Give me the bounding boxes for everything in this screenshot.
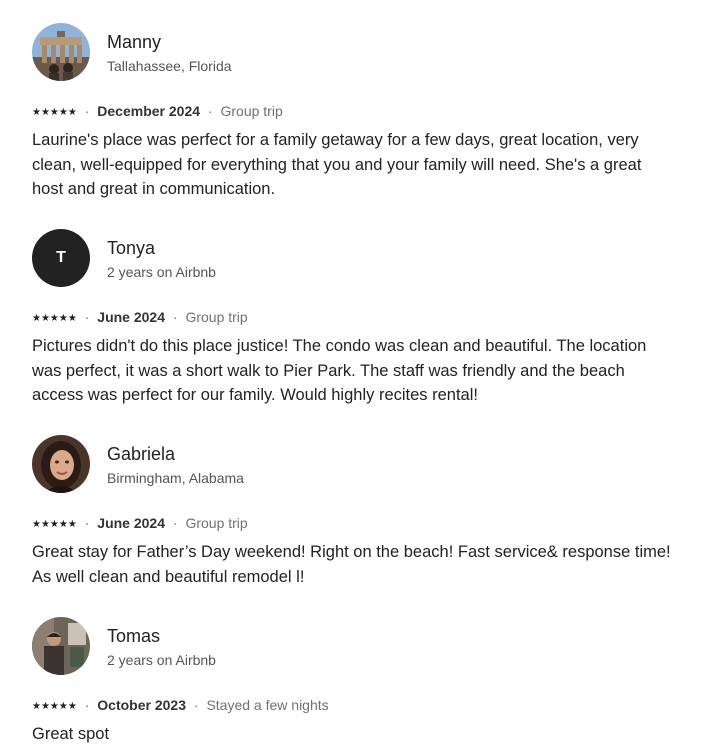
trip-type: Group trip (220, 103, 283, 119)
separator: · (84, 515, 90, 531)
review-card: Manny Tallahassee, Florida ★★★★★ · Decem… (32, 23, 672, 198)
reviewer-location: Birmingham, Alabama (107, 470, 244, 486)
avatar-initial[interactable]: T (32, 229, 90, 287)
rating-stars-icon: ★★★★★ (32, 313, 77, 324)
review-meta: ★★★★★ · June 2024 · Group trip (32, 308, 248, 328)
avatar-photo-icon[interactable] (32, 435, 90, 493)
review-date: June 2024 (97, 309, 165, 325)
building-photo-icon (32, 23, 90, 81)
rating-stars-icon: ★★★★★ (32, 107, 77, 118)
separator: · (84, 309, 90, 325)
separator: · (172, 309, 178, 325)
review-header: Manny Tallahassee, Florida (32, 23, 672, 83)
separator: · (193, 697, 199, 713)
trip-type: Stayed a few nights (206, 697, 329, 713)
reviewer-name[interactable]: Gabriela (107, 443, 175, 465)
review-date: June 2024 (97, 515, 165, 531)
reviewer-name[interactable]: Tomas (107, 625, 160, 647)
review-meta: ★★★★★ · June 2024 · Group trip (32, 514, 248, 534)
review-date: December 2024 (97, 103, 201, 119)
separator: · (84, 103, 90, 119)
avatar-photo-icon[interactable] (32, 23, 90, 81)
review-card: Gabriela Birmingham, Alabama ★★★★★ · Jun… (32, 435, 672, 586)
rating-stars-icon: ★★★★★ (32, 519, 77, 530)
review-date: October 2023 (97, 697, 186, 713)
review-header: Gabriela Birmingham, Alabama (32, 435, 672, 495)
person-photo-icon (32, 435, 90, 493)
reviewer-name[interactable]: Tonya (107, 237, 155, 259)
reviewer-name[interactable]: Manny (107, 31, 161, 53)
review-meta: ★★★★★ · December 2024 · Group trip (32, 102, 283, 122)
review-meta: ★★★★★ · October 2023 · Stayed a few nigh… (32, 696, 329, 716)
review-header: T Tonya 2 years on Airbnb (32, 229, 672, 289)
separator: · (84, 697, 90, 713)
rating-stars-icon: ★★★★★ (32, 701, 77, 712)
review-card: Tomas 2 years on Airbnb ★★★★★ · October … (32, 617, 672, 743)
review-header: Tomas 2 years on Airbnb (32, 617, 672, 677)
review-text: Pictures didn't do this place justice! T… (32, 337, 647, 404)
review-text: Great spot (32, 725, 110, 743)
reviewer-tenure: 2 years on Airbnb (107, 652, 216, 668)
avatar-photo-icon[interactable] (32, 617, 90, 675)
review-text: Laurine's place was perfect for a family… (32, 131, 642, 198)
review-card: T Tonya 2 years on Airbnb ★★★★★ · June 2… (32, 229, 672, 404)
reviewer-location: Tallahassee, Florida (107, 58, 232, 74)
review-text: Great stay for Father’s Day weekend! Rig… (32, 543, 671, 586)
separator: · (172, 515, 178, 531)
separator: · (207, 103, 213, 119)
trip-type: Group trip (185, 515, 248, 531)
reviewer-tenure: 2 years on Airbnb (107, 264, 216, 280)
room-photo-icon (32, 617, 90, 675)
trip-type: Group trip (185, 309, 248, 325)
